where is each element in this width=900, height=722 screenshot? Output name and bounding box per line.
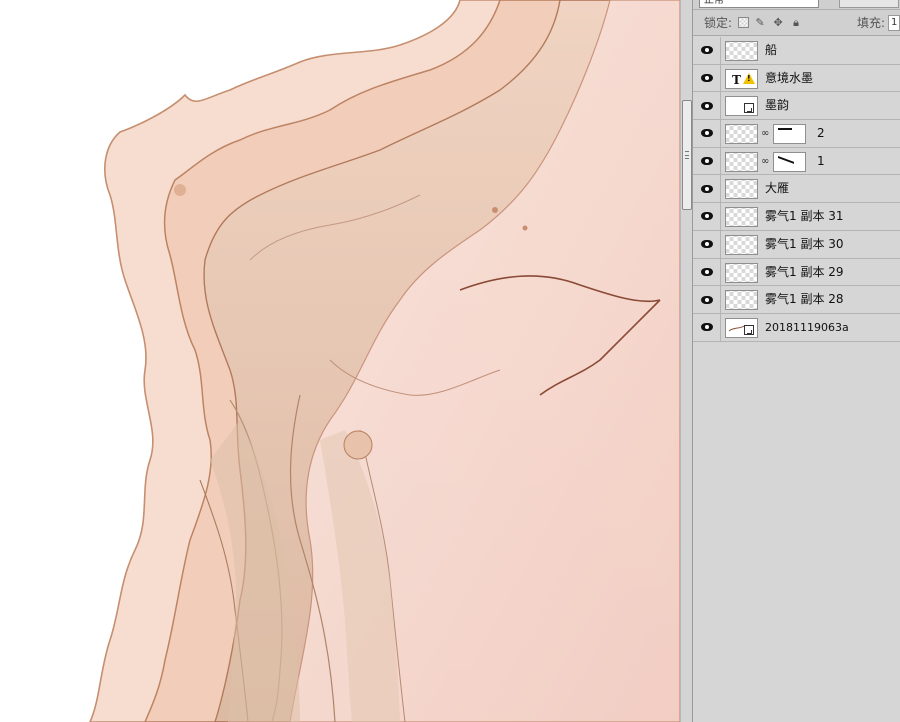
layer-thumbnail: [725, 234, 758, 255]
layer-name: 2: [817, 126, 825, 141]
visibility-toggle[interactable]: [693, 64, 721, 92]
layer-name: 意境水墨: [765, 70, 814, 85]
link-chain-icon[interactable]: ∞: [761, 128, 769, 139]
fill-label: 填充:: [856, 16, 885, 30]
layer-row[interactable]: 雾气1 副本 29: [693, 258, 900, 287]
layer-row[interactable]: T 意境水墨: [693, 64, 900, 93]
blend-mode-select[interactable]: 正常: [699, 0, 819, 8]
layer-name: 墨韵: [765, 98, 790, 113]
layer-row[interactable]: 雾气1 副本 28: [693, 286, 900, 314]
eye-icon: [700, 212, 713, 221]
layer-row[interactable]: 20181119063a: [693, 313, 900, 342]
layer-row[interactable]: 船: [693, 37, 900, 65]
visibility-toggle[interactable]: [693, 147, 721, 175]
visibility-toggle[interactable]: [693, 258, 721, 286]
eye-icon: [700, 267, 713, 276]
layer-name: 1: [817, 153, 825, 168]
layers-panel: 正常 锁定: ✎ ✥ 🔒︎ 填充: 1 船 T 意境水墨: [693, 0, 900, 722]
lock-all-icon[interactable]: 🔒︎: [789, 16, 803, 30]
layer-thumbnail: [725, 207, 758, 228]
visibility-toggle[interactable]: [693, 313, 721, 341]
layer-thumbnail: [725, 179, 758, 200]
eye-icon: [700, 74, 713, 83]
visibility-toggle[interactable]: [693, 120, 721, 147]
warning-icon: [743, 72, 755, 84]
layer-name: 船: [765, 43, 778, 57]
layer-name: 雾气1 副本 28: [765, 292, 844, 307]
mask-shape-icon: [778, 155, 794, 172]
layer-row[interactable]: ∞ 1: [693, 147, 900, 176]
layer-name: 20181119063a: [765, 320, 849, 334]
eye-icon: [700, 323, 713, 332]
ink-wash-artwork: [89, 0, 680, 722]
scrollbar-grip-icon: [685, 151, 689, 159]
document-canvas[interactable]: [0, 0, 680, 722]
layers-panel-empty-area: [693, 344, 900, 722]
layer-thumbnail: [725, 290, 758, 311]
layer-thumbnail: [725, 124, 758, 145]
lock-label: 锁定:: [704, 16, 733, 30]
visibility-toggle[interactable]: [693, 230, 721, 258]
layer-thumbnail: [725, 96, 758, 117]
layer-list: 船 T 意境水墨 墨韵 ∞ 2 ∞: [693, 37, 900, 342]
layer-thumbnail: [725, 262, 758, 283]
layer-thumbnail: [725, 151, 758, 172]
layer-row[interactable]: 雾气1 副本 30: [693, 230, 900, 259]
visibility-toggle[interactable]: [693, 203, 721, 230]
layer-name: 雾气1 副本 31: [765, 209, 844, 224]
eye-icon: [700, 101, 713, 110]
eye-icon: [700, 184, 713, 193]
layer-name: 雾气1 副本 30: [765, 236, 844, 251]
panel-top-bar: 正常: [693, 0, 900, 10]
layer-name: 雾气1 副本 29: [765, 264, 844, 279]
layer-row[interactable]: ∞ 2: [693, 120, 900, 148]
mask-shape-icon: [778, 128, 792, 134]
eye-icon: [700, 46, 713, 55]
layer-row[interactable]: 墨韵: [693, 92, 900, 121]
eye-icon: [700, 157, 713, 166]
layer-mask-thumbnail[interactable]: [773, 124, 806, 145]
lock-row: 锁定: ✎ ✥ 🔒︎ 填充: 1: [693, 10, 900, 36]
text-layer-thumbnail: T: [725, 68, 758, 89]
visibility-toggle[interactable]: [693, 92, 721, 120]
lock-image-pixels-icon[interactable]: ✎: [753, 16, 767, 30]
lock-position-icon[interactable]: ✥: [771, 16, 785, 30]
eye-icon: [700, 129, 713, 138]
eye-icon: [700, 295, 713, 304]
visibility-toggle[interactable]: [693, 37, 721, 64]
canvas-vertical-scrollbar[interactable]: [680, 0, 693, 722]
text-layer-icon: T: [732, 72, 741, 87]
smart-object-icon: [744, 103, 754, 114]
layer-row[interactable]: 大雁: [693, 175, 900, 204]
smart-object-icon: [744, 324, 754, 335]
layer-row[interactable]: 雾气1 副本 31: [693, 203, 900, 231]
scrollbar-thumb[interactable]: [682, 100, 692, 210]
lock-transparent-pixels-icon[interactable]: [738, 17, 750, 28]
layer-thumbnail: [725, 41, 758, 61]
layer-thumbnail: [725, 317, 758, 338]
link-chain-icon[interactable]: ∞: [761, 156, 769, 167]
layer-mask-thumbnail[interactable]: [773, 151, 806, 172]
visibility-toggle[interactable]: [693, 286, 721, 313]
opacity-field[interactable]: [839, 0, 899, 8]
layer-name: 大雁: [765, 181, 790, 196]
visibility-toggle[interactable]: [693, 175, 721, 203]
eye-icon: [700, 240, 713, 249]
fill-input[interactable]: 1: [888, 14, 900, 31]
